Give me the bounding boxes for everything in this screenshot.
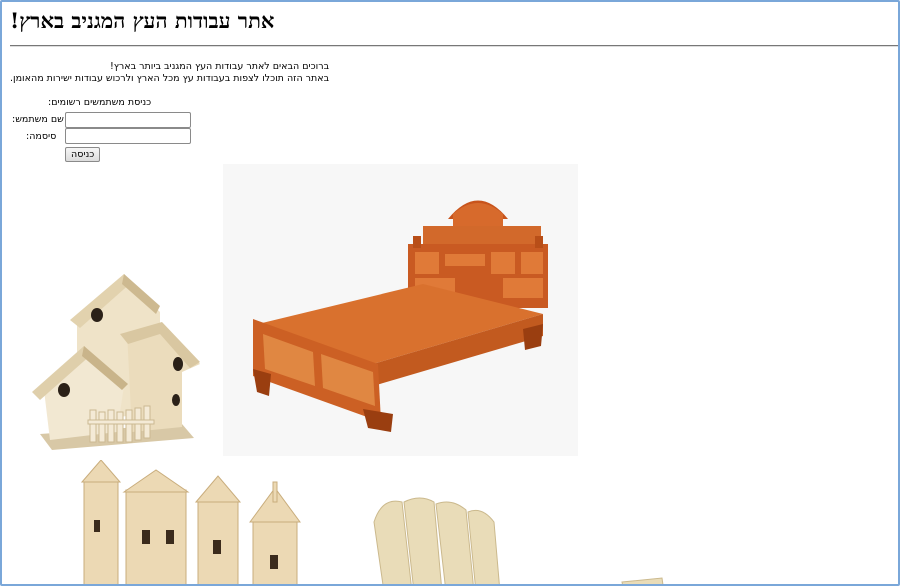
- username-label: שם משתמש:: [12, 114, 64, 125]
- login-heading: כניסת משתמשים רשומים:: [48, 97, 152, 108]
- browser-frame: אתר עבודות העץ המגניב בארץ! ברוכים הבאים…: [0, 0, 900, 586]
- intro-line-welcome: ברוכים הבאים לאתר עבודות העץ המגניב ביות…: [109, 61, 330, 72]
- intro-line-description: באתר הזה תוכלו לצפות בעבודות עץ מכל הארץ…: [10, 73, 330, 84]
- adirondack-chair-image: [362, 492, 672, 584]
- wooden-castle-image: [78, 460, 318, 584]
- birdhouse-image: [32, 272, 202, 457]
- intro-text: ברוכים הבאים לאתר עבודות העץ המגניב ביות…: [10, 61, 329, 85]
- username-field[interactable]: [65, 112, 191, 128]
- page-title: אתר עבודות העץ המגניב בארץ!: [10, 8, 275, 33]
- password-label: סיסמה:: [26, 131, 57, 142]
- password-field[interactable]: [65, 128, 191, 144]
- login-button[interactable]: כניסה: [65, 147, 101, 162]
- header-divider: [10, 45, 898, 47]
- carved-bed-image: [223, 164, 578, 456]
